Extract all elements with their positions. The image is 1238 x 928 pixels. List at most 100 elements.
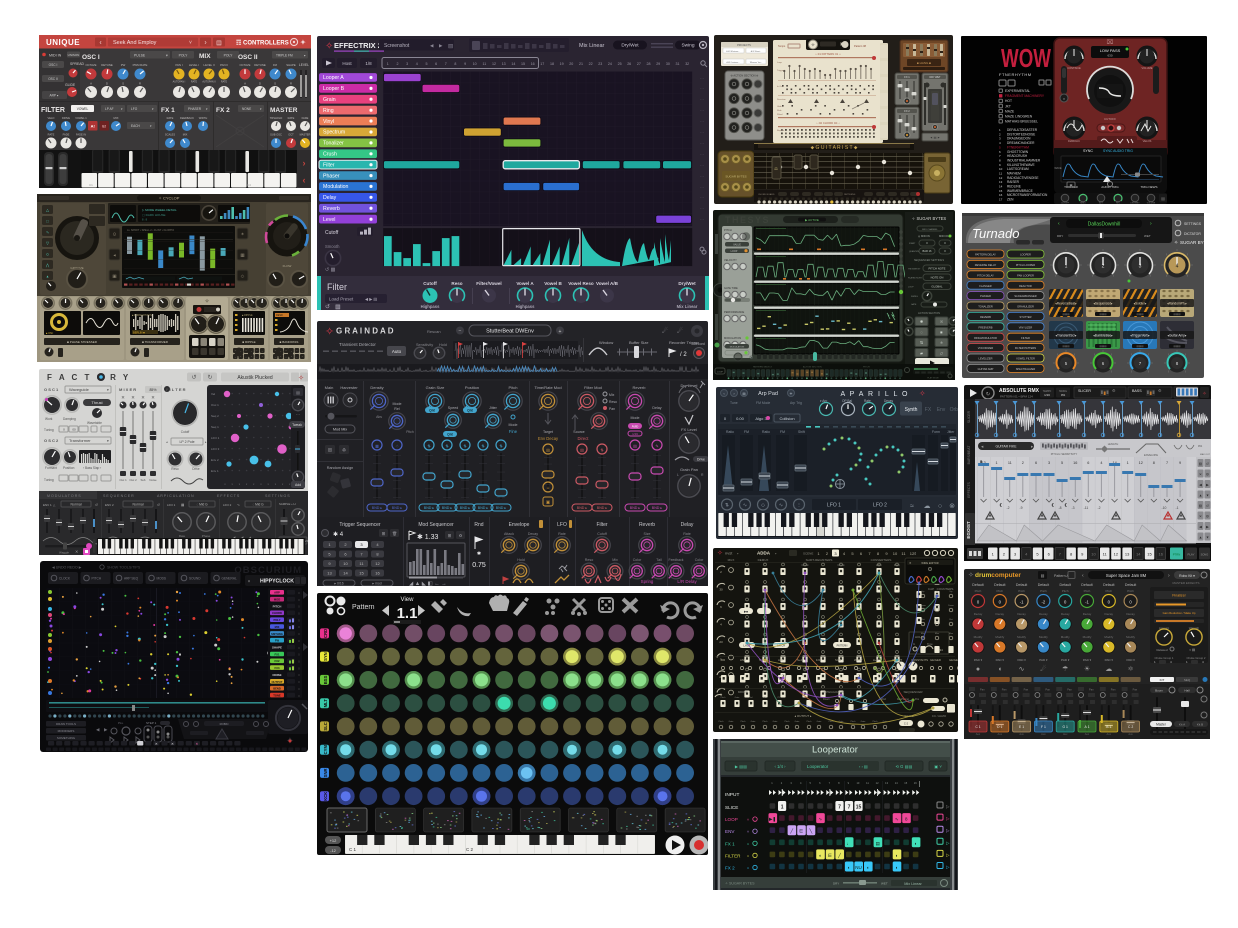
svg-text:Pitch: Pitch bbox=[719, 720, 725, 723]
svg-text:‹ 1/4 ›: ‹ 1/4 › bbox=[775, 764, 787, 769]
svg-text:Spring: Spring bbox=[641, 579, 654, 584]
svg-text:BND ▸: BND ▸ bbox=[478, 506, 489, 510]
svg-text:D: D bbox=[258, 81, 260, 85]
svg-text:Looperator: Looperator bbox=[812, 745, 858, 756]
svg-text:Env 2: Env 2 bbox=[211, 458, 219, 462]
svg-text:Density: Density bbox=[370, 385, 383, 390]
svg-text:Form: Form bbox=[932, 430, 940, 434]
svg-text:🗑: 🗑 bbox=[392, 531, 397, 536]
svg-text:Host: Host bbox=[342, 61, 352, 66]
svg-text:Wheel: Wheel bbox=[777, 114, 783, 116]
svg-text:SCALES: SCALES bbox=[164, 132, 175, 136]
svg-text:PAN II: PAN II bbox=[220, 63, 228, 67]
svg-text:∿: ∿ bbox=[895, 817, 899, 822]
svg-text:Grain: Grain bbox=[323, 97, 336, 103]
svg-text:Vowel A: Vowel A bbox=[516, 281, 534, 286]
svg-text:⋿: ⋿ bbox=[799, 829, 803, 834]
svg-text:GLOBAL: GLOBAL bbox=[931, 285, 943, 289]
svg-text:⌄: ⌄ bbox=[285, 356, 287, 359]
svg-text:FADE: FADE bbox=[62, 132, 69, 136]
svg-text:◂RandomPh.▸: ◂RandomPh.▸ bbox=[1167, 302, 1187, 306]
svg-text:PLAYED NOTE: PLAYED NOTE bbox=[908, 277, 923, 280]
svg-text:⋮: ⋮ bbox=[797, 503, 802, 509]
svg-text:MIX: MIX bbox=[199, 53, 211, 60]
svg-text:Ring: Ring bbox=[323, 108, 334, 114]
svg-text:Mode: Mode bbox=[509, 423, 518, 427]
svg-text:↻: ↻ bbox=[986, 392, 990, 398]
svg-text:RATE: RATE bbox=[190, 80, 197, 83]
svg-text:14: 14 bbox=[511, 62, 515, 66]
svg-text:AUTOPAN II: AUTOPAN II bbox=[202, 80, 216, 83]
svg-text:Reverb: Reverb bbox=[633, 385, 647, 390]
svg-text:Gate: Gate bbox=[735, 696, 741, 699]
svg-text:⋯: ⋯ bbox=[700, 207, 705, 212]
svg-text:L: L bbox=[677, 473, 679, 477]
svg-text:BEND: BEND bbox=[273, 687, 281, 691]
svg-text:Attack: Attack bbox=[504, 532, 514, 536]
svg-text:10: 10 bbox=[893, 551, 898, 556]
svg-text:MIDI IN: MIDI IN bbox=[49, 53, 62, 57]
svg-text:CUTOFF: CUTOFF bbox=[1061, 203, 1070, 205]
svg-text:OUTPUT: OUTPUT bbox=[271, 680, 282, 684]
svg-text:⋿: ⋿ bbox=[828, 853, 832, 858]
svg-text:A R P I C U L A T I O N: A R P I C U L A T I O N bbox=[157, 494, 194, 498]
svg-text:NOISE: NOISE bbox=[273, 673, 282, 677]
svg-text:Down: Down bbox=[934, 605, 940, 607]
svg-text:DRY: DRY bbox=[1057, 234, 1063, 238]
svg-text:Vowel Reso: Vowel Reso bbox=[568, 281, 594, 286]
svg-text:Sensitivity: Sensitivity bbox=[416, 343, 433, 347]
svg-text:LEVELIZER: LEVELIZER bbox=[979, 357, 993, 361]
svg-text:◂BumbleBee▸: ◂BumbleBee▸ bbox=[1093, 334, 1113, 338]
svg-text:◂Soldier▸: ◂Soldier▸ bbox=[1133, 302, 1147, 306]
svg-text:⚙ ACTION SECTION ⚙: ⚙ ACTION SECTION ⚙ bbox=[731, 74, 760, 78]
svg-text:SHAPE: SHAPE bbox=[272, 646, 282, 650]
svg-text:▶■: ▶■ bbox=[744, 610, 748, 614]
svg-text:PULSE: PULSE bbox=[134, 53, 146, 57]
svg-text:SNR: SNR bbox=[323, 768, 328, 777]
svg-text:Orbit: Orbit bbox=[950, 407, 958, 413]
svg-text:AUTOPAN I: AUTOPAN I bbox=[172, 80, 185, 83]
svg-text:Jitter: Jitter bbox=[489, 406, 498, 410]
svg-text:▷: ▷ bbox=[946, 816, 950, 821]
svg-text:Transformer: Transformer bbox=[69, 438, 91, 443]
svg-text:Time/Rate Mod: Time/Rate Mod bbox=[534, 385, 561, 390]
svg-text:PWM RATE: PWM RATE bbox=[132, 63, 147, 67]
svg-text:TRIGGER BY: TRIGGER BY bbox=[908, 269, 921, 271]
svg-text:GUITAR AMP: GUITAR AMP bbox=[978, 367, 994, 371]
svg-text:✕: ✕ bbox=[121, 395, 125, 400]
svg-text:28: 28 bbox=[647, 62, 651, 66]
svg-text:WIDTH: WIDTH bbox=[198, 116, 207, 120]
svg-text:Grain Size: Grain Size bbox=[426, 385, 445, 390]
svg-text:■ OSC: ■ OSC bbox=[46, 332, 54, 335]
svg-text:Qnt: Qnt bbox=[429, 409, 435, 413]
svg-text:▶ ACTIVE: ▶ ACTIVE bbox=[805, 218, 819, 222]
svg-text:LFO 3: LFO 3 bbox=[211, 447, 220, 451]
svg-text:CHORD: CHORD bbox=[272, 611, 282, 615]
svg-text:Reso: Reso bbox=[585, 558, 593, 562]
svg-text:Env Decay: Env Decay bbox=[538, 436, 559, 441]
svg-text:Cutoff: Cutoff bbox=[181, 430, 190, 434]
svg-text:▷: ▷ bbox=[946, 828, 950, 833]
svg-text:Delay: Delay bbox=[323, 195, 337, 201]
svg-text:Delay: Delay bbox=[681, 522, 694, 528]
svg-text:Size: Size bbox=[644, 532, 651, 536]
svg-text:Looper B: Looper B bbox=[323, 86, 345, 92]
svg-text:FM: FM bbox=[272, 63, 277, 67]
svg-text:D: D bbox=[105, 81, 107, 85]
svg-text:‹ Bass Slap ›: ‹ Bass Slap › bbox=[83, 466, 101, 470]
svg-text:FX 1: FX 1 bbox=[161, 107, 175, 114]
svg-text:LFO 1: LFO 1 bbox=[211, 436, 220, 440]
svg-text:◐: ◐ bbox=[914, 841, 917, 846]
svg-text:VELOCITY: VELOCITY bbox=[724, 258, 737, 262]
svg-text:Filter: Filter bbox=[596, 522, 607, 528]
svg-text:■ HANG ■: ■ HANG ■ bbox=[917, 61, 931, 65]
svg-text:▤: ▤ bbox=[296, 390, 300, 395]
svg-text:Synth: Synth bbox=[905, 407, 918, 413]
svg-text:DREAMCHANGER: DREAMCHANGER bbox=[1007, 141, 1035, 145]
svg-text:PAN LOOPER: PAN LOOPER bbox=[1017, 273, 1034, 277]
svg-text:1/16: 1/16 bbox=[1044, 393, 1050, 397]
svg-text:↺: ↺ bbox=[157, 503, 160, 507]
svg-text:RESO: RESO bbox=[1080, 203, 1086, 205]
svg-text:Collision: Collision bbox=[779, 416, 794, 421]
svg-text:Pattern: Pattern bbox=[352, 604, 375, 611]
